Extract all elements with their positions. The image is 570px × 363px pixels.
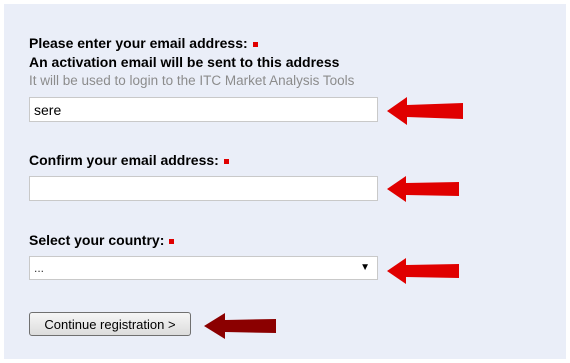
continue-registration-button[interactable]: Continue registration > bbox=[29, 312, 191, 336]
red-arrow-icon bbox=[387, 176, 459, 202]
activation-note: An activation email will be sent to this… bbox=[29, 54, 340, 70]
email-label-row: Please enter your email address: bbox=[29, 35, 258, 51]
confirm-label-row: Confirm your email address: bbox=[29, 152, 229, 168]
email-input[interactable] bbox=[29, 97, 378, 122]
required-marker-icon bbox=[169, 239, 175, 244]
email-label: Please enter your email address: bbox=[29, 35, 248, 51]
confirm-email-label: Confirm your email address: bbox=[29, 152, 219, 168]
country-selected-value: ... bbox=[34, 261, 45, 275]
red-arrow-icon bbox=[387, 258, 459, 284]
country-label: Select your country: bbox=[29, 232, 165, 248]
country-label-row: Select your country: bbox=[29, 232, 175, 248]
usage-hint: It will be used to login to the ITC Mark… bbox=[29, 73, 355, 88]
dark-red-arrow-icon bbox=[204, 313, 276, 339]
required-marker-icon bbox=[252, 42, 258, 47]
red-arrow-icon bbox=[387, 97, 463, 125]
chevron-down-icon[interactable]: ▼ bbox=[360, 262, 370, 273]
country-select[interactable]: ... ▼ bbox=[29, 256, 378, 280]
required-marker-icon bbox=[223, 159, 229, 164]
confirm-email-input[interactable] bbox=[29, 176, 378, 201]
